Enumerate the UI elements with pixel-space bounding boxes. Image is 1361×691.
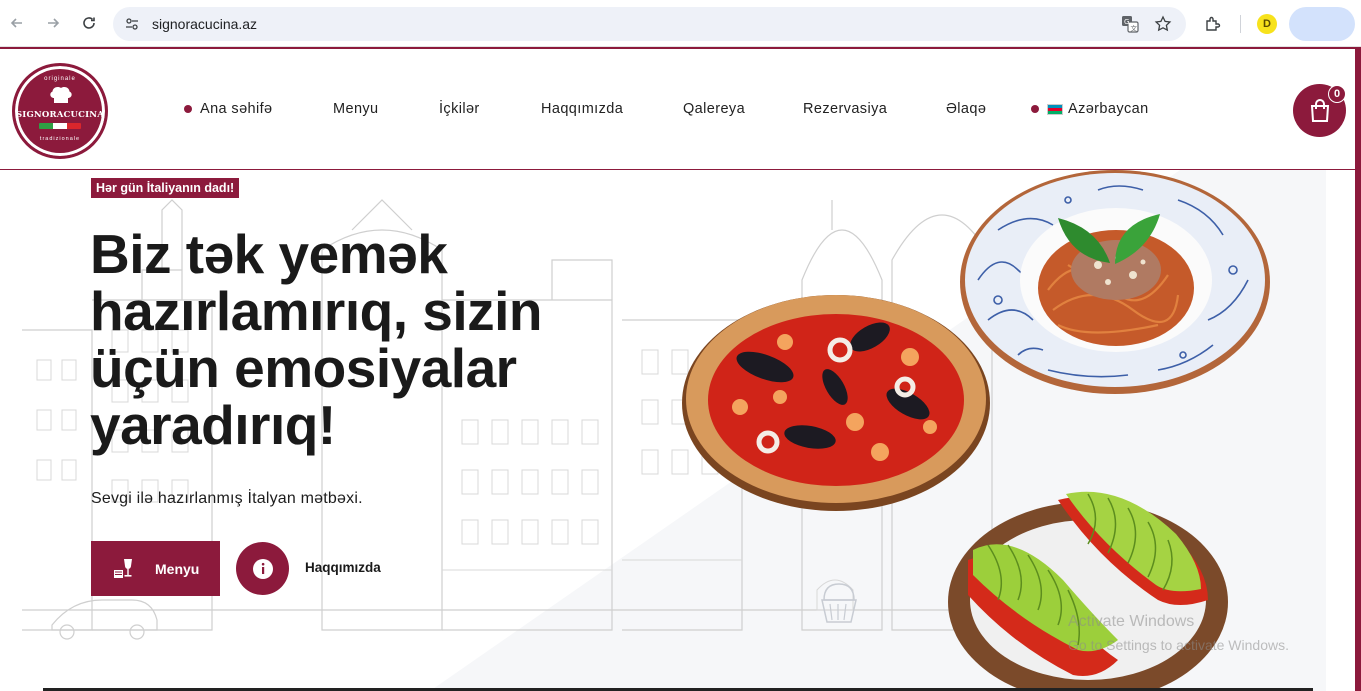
shopping-bag-icon — [1310, 98, 1329, 122]
menu-item-drinks[interactable]: İçkilər — [439, 101, 480, 117]
menu-item-language[interactable]: Azərbaycan — [1031, 101, 1149, 117]
menu-item-label: Azərbaycan — [1068, 101, 1149, 117]
menu-item-label: Ana səhifə — [200, 101, 273, 117]
menu-item-reservation[interactable]: Rezervasiya — [803, 101, 887, 117]
site-settings-icon[interactable] — [121, 13, 143, 35]
profile-chip[interactable] — [1289, 7, 1355, 41]
azerbaijan-flag-icon — [1047, 103, 1063, 115]
extensions-icon[interactable] — [1201, 12, 1225, 36]
spaghetti-plate-image — [960, 170, 1270, 394]
star-icon[interactable] — [1152, 13, 1174, 35]
menu-item-label: Rezervasiya — [803, 101, 888, 117]
hero-subtitle: Sevgi ilə hazırlanmış İtalyan mətbəxi. — [91, 490, 363, 507]
activate-windows-subtitle: Go to Settings to activate Windows. — [1068, 637, 1289, 653]
svg-text:G: G — [1124, 18, 1129, 26]
italy-flag-icon — [39, 123, 81, 129]
menu-item-label: Haqqımızda — [541, 101, 624, 117]
logo-bottom-text: tradizionale — [39, 136, 81, 142]
cupcake-icon — [821, 583, 857, 623]
menu-item-menu[interactable]: Menyu — [333, 101, 379, 117]
menu-item-label: Əlaqə — [946, 101, 987, 117]
forward-icon[interactable] — [41, 11, 65, 35]
address-bar[interactable]: signoracucina.az G文 — [113, 7, 1186, 41]
about-button-label[interactable]: Haqqımızda — [305, 560, 381, 575]
wine-glass-icon — [114, 558, 132, 578]
active-dot-icon — [184, 105, 192, 113]
svg-text:文: 文 — [1131, 24, 1138, 33]
menu-item-label: İçkilər — [439, 101, 480, 117]
menu-item-label: Menyu — [333, 101, 379, 117]
browser-toolbar: signoracucina.az G文 D — [0, 0, 1361, 47]
logo-top-text: originale — [44, 76, 76, 82]
back-icon[interactable] — [5, 11, 29, 35]
seafood-pizza-image — [682, 295, 990, 511]
menu-button-label: Menyu — [155, 560, 200, 577]
main-menu: Ana səhifə Menyu İçkilər Haqqımızda Qale… — [0, 101, 1361, 121]
avocado-toast-image — [948, 491, 1228, 691]
activate-windows-title: Activate Windows — [1068, 613, 1195, 630]
profile-avatar[interactable]: D — [1257, 14, 1277, 34]
dropdown-dot-icon — [1031, 105, 1039, 113]
translate-icon[interactable]: G文 — [1119, 13, 1141, 35]
info-icon — [252, 558, 273, 579]
site-header: originale SIGNORACUCINA tradizionale Ana… — [0, 47, 1361, 170]
url-text[interactable]: signoracucina.az — [152, 16, 257, 32]
page-right-border — [1355, 47, 1361, 691]
menu-item-about[interactable]: Haqqımızda — [541, 101, 623, 117]
about-button[interactable] — [236, 542, 289, 595]
hero-headline: Biz tək yemək hazırlamırıq, sizin üçün e… — [90, 223, 543, 456]
hero-tagline: Hər gün İtaliyanın dadı! — [91, 178, 240, 198]
menu-item-gallery[interactable]: Qalereya — [683, 101, 745, 117]
reload-icon[interactable] — [77, 11, 101, 35]
menu-item-contact[interactable]: Əlaqə — [946, 101, 986, 117]
toolbar-divider — [1240, 15, 1241, 33]
menu-item-home[interactable]: Ana səhifə — [184, 101, 273, 117]
menu-button[interactable]: Menyu — [91, 541, 220, 596]
hero-section: Hər gün İtaliyanın dadı! Biz tək yemək h… — [0, 170, 1361, 691]
cart-count-badge: 0 — [1328, 85, 1346, 103]
menu-item-label: Qalereya — [683, 101, 746, 117]
